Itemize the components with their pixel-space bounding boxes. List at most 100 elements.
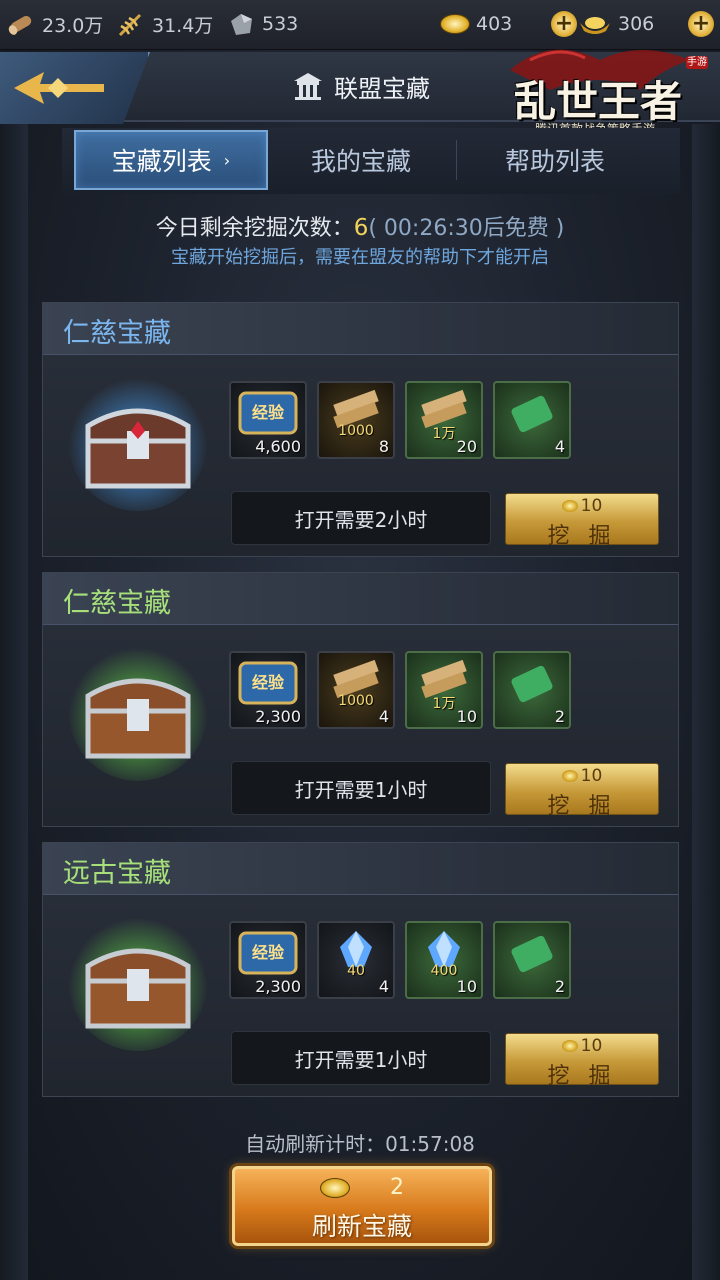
tab-label: 宝藏列表 [111,147,212,176]
add-coins-button[interactable]: + [551,11,577,37]
reward-slot[interactable]: 1000 8 [317,381,395,459]
open-time-text: 打开需要1小时 [294,777,428,802]
dig-label: 挖 掘 [547,524,617,549]
reward-count: 8 [378,437,389,456]
resource-grain[interactable]: 31.4万 [116,8,213,40]
wood-icon [8,16,32,35]
open-time-text: 打开需要2小时 [294,507,428,532]
logo-badge: 手游 [686,56,708,69]
reward-slot[interactable]: 40 4 [317,921,395,999]
green-treasure-chest-icon[interactable] [63,901,213,1051]
dig-hint: 宝藏开始挖掘后，需要在盟友的帮助下才能开启 [171,247,549,268]
dig-count-value: 6 [353,215,369,241]
gold-ingot-icon [580,17,610,34]
refresh-cost: 2 [390,1175,404,1200]
treasure-title: 仁慈宝藏 [63,318,171,349]
treasure-card: 远古宝藏 经验 2,300 40 4 400 10 2 打开需要1小时 10 挖… [42,842,679,1097]
tab-divider [456,140,457,180]
tab-label: 帮助列表 [504,147,605,176]
dig-cost: 10 [580,1036,603,1056]
palace-icon [294,73,322,100]
open-time-box: 打开需要1小时 [231,761,491,815]
chevron-right-icon: › [223,150,231,170]
refresh-treasure-button[interactable]: 2 刷新宝藏 [232,1166,492,1246]
reward-count: 10 [456,977,477,996]
right-frame [692,124,720,1280]
coins-value: 403 [476,13,513,35]
reward-count: 4,600 [255,437,301,456]
reward-count: 4 [554,437,565,456]
reward-count: 2,300 [255,707,301,726]
scroll-icon [511,665,553,703]
treasure-title: 远古宝藏 [63,858,171,889]
reward-slot[interactable]: 1万 10 [405,651,483,729]
dig-button[interactable]: 10 挖 掘 [505,1033,659,1089]
resource-coins[interactable]: 403 [440,8,512,40]
open-time-text: 打开需要1小时 [294,1047,428,1072]
reward-slot[interactable]: 2 [493,921,571,999]
dig-cost: 10 [580,766,603,786]
coin-icon [561,1040,578,1052]
treasure-card: 仁慈宝藏 经验 2,300 1000 4 1万 10 2 打开需要1小时 10 … [42,572,679,827]
dig-cost: 10 [580,496,603,516]
dig-count-label: 今日剩余挖掘次数： [155,216,354,241]
stone-value: 533 [262,13,299,35]
reward-tag: 经验 [251,673,284,692]
reward-slot[interactable]: 400 10 [405,921,483,999]
reward-slot[interactable]: 经验 2,300 [229,921,307,999]
coin-icon [561,500,578,512]
reward-count: 4 [378,707,389,726]
treasure-title: 仁慈宝藏 [63,588,171,619]
resource-wood[interactable]: 23.0万 [6,8,103,40]
page-title-text: 联盟宝藏 [334,74,430,103]
green-treasure-chest-icon[interactable] [63,631,213,781]
reward-count: 2 [554,707,565,726]
scroll-icon [511,935,553,973]
dig-count-info: 今日剩余挖掘次数：6( 00:26:30后免费 ) [0,210,720,242]
reward-slot[interactable]: 经验 2,300 [229,651,307,729]
treasure-card: 仁慈宝藏 经验 4,600 1000 8 1万 20 4 打开需要2小时 10 … [42,302,679,557]
dig-label: 挖 掘 [547,794,617,819]
reward-slot[interactable]: 2 [493,651,571,729]
tab-help-list[interactable]: 帮助列表 [460,130,650,190]
reward-slot[interactable]: 1万 20 [405,381,483,459]
add-gold-button[interactable]: + [688,11,714,37]
coin-icon [561,770,578,782]
back-arrow-icon [14,72,104,104]
resource-gold[interactable]: 306 [578,8,654,40]
stone-icon [231,14,252,35]
reward-slot[interactable]: 4 [493,381,571,459]
tab-my-treasure[interactable]: 我的宝藏 [266,130,456,190]
reward-tag: 经验 [251,943,284,962]
left-frame [0,124,28,1280]
grain-icon [118,13,142,37]
open-time-box: 打开需要2小时 [231,491,491,545]
page-title: 联盟宝藏 [292,64,430,108]
auto-refresh-timer: 自动刷新计时：01:57:08 [245,1132,475,1156]
resource-stone[interactable]: 533 [226,8,298,40]
open-time-box: 打开需要1小时 [231,1031,491,1085]
dig-button[interactable]: 10 挖 掘 [505,763,659,819]
reward-count: 4 [378,977,389,996]
dig-label: 挖 掘 [547,1064,617,1089]
reward-slot[interactable]: 经验 4,600 [229,381,307,459]
coin-icon [320,1177,350,1198]
blue-treasure-chest-icon[interactable] [63,361,213,511]
reward-count: 10 [456,707,477,726]
wood-value: 23.0万 [42,14,104,37]
grain-value: 31.4万 [152,14,214,37]
game-logo: 乱世王者 腾讯首款战争策略手游 手游 [490,40,715,140]
tab-label: 我的宝藏 [310,147,411,176]
coin-icon [440,14,470,34]
refresh-label: 刷新宝藏 [311,1212,412,1241]
dig-button[interactable]: 10 挖 掘 [505,493,659,549]
reward-tag: 经验 [251,403,284,422]
scroll-icon [511,395,553,433]
tab-treasure-list[interactable]: 宝藏列表 › [74,130,268,190]
reward-count: 2 [554,977,565,996]
reward-count: 20 [456,437,477,456]
reward-count: 2,300 [255,977,301,996]
dig-free-timer: ( 00:26:30后免费 ) [368,216,565,241]
gold-value: 306 [618,13,655,35]
reward-slot[interactable]: 1000 4 [317,651,395,729]
